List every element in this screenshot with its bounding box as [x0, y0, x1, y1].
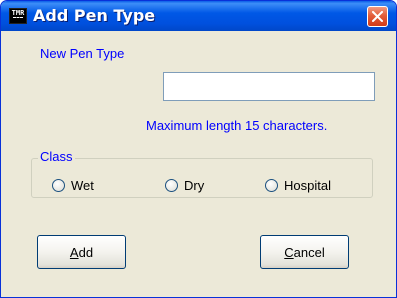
- add-button-mnemonic: A: [69, 244, 79, 260]
- app-icon-text: TMR: [11, 9, 25, 17]
- tmr-app-icon: TMR: [9, 8, 27, 24]
- close-button[interactable]: [367, 6, 388, 27]
- radio-circle-icon[interactable]: [165, 178, 178, 192]
- class-group-legend: Class: [38, 149, 75, 164]
- radio-circle-icon[interactable]: [52, 178, 65, 192]
- window-title: Add Pen Type: [33, 6, 156, 25]
- class-radio-label[interactable]: Hospital: [284, 178, 331, 193]
- cancel-button-label: ancel: [293, 244, 325, 260]
- radio-circle-icon[interactable]: [265, 178, 278, 192]
- add-button-label: dd: [78, 244, 94, 260]
- class-radio-wet[interactable]: Wet: [52, 177, 94, 193]
- title-bar[interactable]: TMR Add Pen Type: [1, 1, 396, 31]
- class-radio-label[interactable]: Wet: [71, 178, 94, 193]
- class-radio-label[interactable]: Dry: [184, 178, 204, 193]
- class-radio-hospital[interactable]: Hospital: [265, 177, 331, 193]
- cancel-button[interactable]: Cancel: [260, 235, 349, 269]
- class-radio-dry[interactable]: Dry: [165, 177, 204, 193]
- close-icon: [372, 11, 383, 22]
- new-pen-type-input[interactable]: [163, 72, 375, 101]
- cancel-button-mnemonic: C: [284, 244, 294, 260]
- add-button[interactable]: Add: [37, 235, 126, 269]
- max-length-note: Maximum length 15 characters.: [146, 118, 328, 133]
- new-pen-type-label: New Pen Type: [40, 46, 125, 61]
